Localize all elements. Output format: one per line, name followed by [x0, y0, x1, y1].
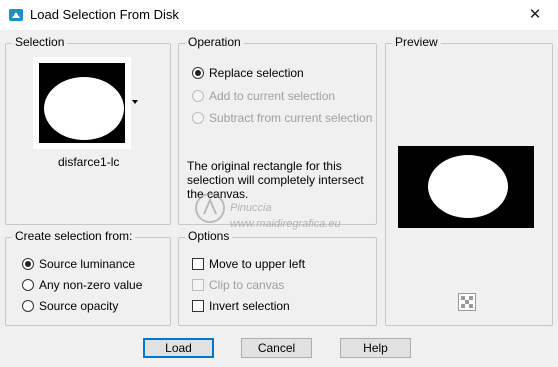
checkbox[interactable] [192, 279, 204, 291]
radio-label: Any non-zero value [39, 278, 143, 292]
app-icon [9, 9, 23, 21]
operation-info-text: The original rectangle for this selectio… [187, 159, 364, 201]
radio-label: Source luminance [39, 257, 136, 271]
load-button[interactable]: Load [143, 338, 214, 358]
cancel-button[interactable]: Cancel [241, 338, 312, 358]
preview-group-label: Preview [392, 35, 441, 49]
check-move-upper-left[interactable]: Move to upper left [192, 255, 305, 273]
radio-button[interactable] [22, 300, 34, 312]
radio-replace-selection[interactable]: Replace selection [192, 64, 304, 82]
selection-group-label: Selection [12, 35, 68, 49]
checkbox[interactable] [192, 300, 204, 312]
options-group-label: Options [185, 229, 233, 243]
radio-subtract-selection[interactable]: Subtract from current selection [192, 109, 372, 127]
radio-source-opacity[interactable]: Source opacity [22, 297, 118, 315]
check-invert-selection[interactable]: Invert selection [192, 297, 290, 315]
create-from-group-label: Create selection from: [12, 229, 136, 243]
close-icon: ✕ [528, 6, 542, 23]
operation-group-label: Operation [185, 35, 244, 49]
radio-button[interactable] [192, 90, 204, 102]
radio-button[interactable] [22, 279, 34, 291]
thumbnail-ellipse [44, 77, 124, 140]
close-button[interactable]: ✕ [512, 0, 558, 30]
radio-label: Source opacity [39, 299, 119, 313]
radio-button[interactable] [192, 67, 204, 79]
chevron-down-icon[interactable] [132, 100, 138, 104]
preview-ellipse [428, 155, 508, 218]
checkbox-label: Move to upper left [209, 257, 306, 271]
selection-thumbnail[interactable] [39, 63, 125, 143]
checkbox-label: Invert selection [209, 299, 290, 313]
dialog-window: Load Selection From Disk ✕ Selection dis… [0, 0, 558, 367]
radio-button[interactable] [192, 112, 204, 124]
radio-button[interactable] [22, 258, 34, 270]
radio-label: Subtract from current selection [209, 111, 373, 125]
title-bar: Load Selection From Disk ✕ [0, 0, 558, 30]
checkerboard-icon[interactable] [458, 293, 476, 311]
checkerboard-glyph [461, 296, 473, 308]
checkbox-label: Clip to canvas [209, 278, 285, 292]
selection-filename: disfarce1-lc [58, 155, 120, 169]
radio-label: Add to current selection [209, 89, 336, 103]
preview-image [398, 146, 534, 228]
check-clip-to-canvas[interactable]: Clip to canvas [192, 276, 284, 294]
help-button[interactable]: Help [340, 338, 411, 358]
radio-add-selection[interactable]: Add to current selection [192, 87, 335, 105]
radio-any-non-zero[interactable]: Any non-zero value [22, 276, 142, 294]
radio-label: Replace selection [209, 66, 304, 80]
radio-source-luminance[interactable]: Source luminance [22, 255, 135, 273]
checkbox[interactable] [192, 258, 204, 270]
window-title: Load Selection From Disk [30, 7, 179, 22]
